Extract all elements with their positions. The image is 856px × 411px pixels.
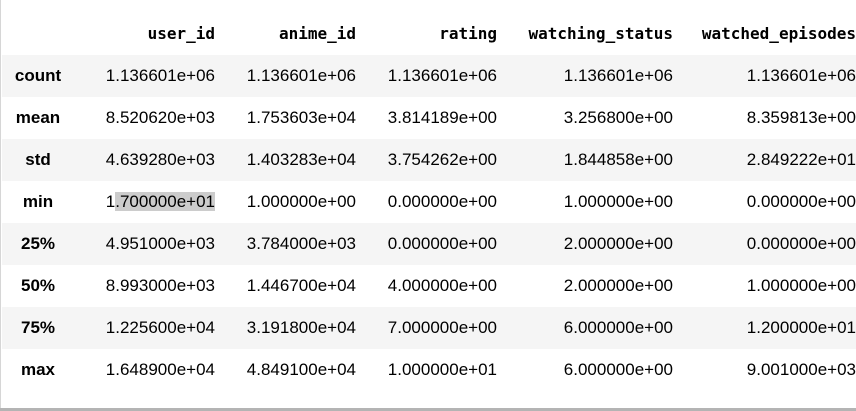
- column-header-anime-id: anime_id: [278, 24, 356, 43]
- table-row-mean: mean 8.520620e+03 1.753603e+04 3.814189e…: [2, 97, 856, 139]
- table-cell-selected-text[interactable]: 1.700000e+01: [74, 181, 215, 223]
- table-cell: 1.136601e+06: [387, 66, 497, 85]
- table-cell: 4.849100e+04: [246, 360, 356, 379]
- table-cell: 9.001000e+03: [746, 360, 856, 379]
- table-row-50pct: 50% 8.993000e+03 1.446700e+04 4.000000e+…: [2, 265, 856, 307]
- row-label: 25%: [20, 234, 56, 253]
- table-row-min: min 1.700000e+01 1.000000e+00 0.000000e+…: [2, 181, 856, 223]
- table-cell: 0.000000e+00: [387, 234, 497, 253]
- table-cell: 2.849222e+01: [746, 150, 856, 169]
- column-header-watching-status: watching_status: [528, 24, 674, 43]
- row-label: min: [22, 192, 54, 211]
- row-label: std: [25, 150, 51, 169]
- table-cell: 1.000000e+00: [246, 192, 356, 211]
- table-cell: 6.000000e+00: [563, 318, 673, 337]
- table-cell: 1.446700e+04: [246, 276, 356, 295]
- table-cell: 3.256800e+00: [563, 108, 673, 127]
- table-cell: 3.814189e+00: [387, 108, 497, 127]
- table-cell: 4.951000e+03: [105, 234, 215, 253]
- row-label: mean: [15, 108, 61, 127]
- table-row-std: std 4.639280e+03 1.403283e+04 3.754262e+…: [2, 139, 856, 181]
- table-cell: 3.754262e+00: [387, 150, 497, 169]
- cell-text-prefix: 1: [105, 192, 116, 211]
- table-row-count: count 1.136601e+06 1.136601e+06 1.136601…: [2, 55, 856, 97]
- table-cell: 0.000000e+00: [746, 234, 856, 253]
- dataframe-output: user_id anime_id rating watching_status …: [0, 0, 856, 408]
- table-row-max: max 1.648900e+04 4.849100e+04 1.000000e+…: [2, 349, 856, 391]
- table-row-75pct: 75% 1.225600e+04 3.191800e+04 7.000000e+…: [2, 307, 856, 349]
- table-cell: 0.000000e+00: [387, 192, 497, 211]
- header-row: user_id anime_id rating watching_status …: [2, 12, 856, 55]
- index-header: [2, 12, 74, 55]
- table-cell: 3.191800e+04: [246, 318, 356, 337]
- table-cell: 1.844858e+00: [563, 150, 673, 169]
- table-row-25pct: 25% 4.951000e+03 3.784000e+03 0.000000e+…: [2, 223, 856, 265]
- table-cell: 1.648900e+04: [105, 360, 215, 379]
- table-cell: 1.136601e+06: [746, 66, 856, 85]
- table-cell: 4.000000e+00: [387, 276, 497, 295]
- table-cell: 4.639280e+03: [105, 150, 215, 169]
- table-cell: 6.000000e+00: [563, 360, 673, 379]
- table-cell: 1.000000e+01: [387, 360, 497, 379]
- table-cell: 1.200000e+01: [746, 318, 856, 337]
- column-header-user-id: user_id: [147, 24, 215, 43]
- table-cell: 0.000000e+00: [746, 192, 856, 211]
- row-label: max: [20, 360, 56, 379]
- table-cell: 8.993000e+03: [105, 276, 215, 295]
- row-label: count: [14, 66, 62, 85]
- column-header-watched-episodes: watched_episodes: [701, 24, 856, 43]
- describe-table: user_id anime_id rating watching_status …: [2, 12, 856, 391]
- table-cell: 1.403283e+04: [246, 150, 356, 169]
- table-cell: 1.000000e+00: [746, 276, 856, 295]
- table-cell: 2.000000e+00: [563, 276, 673, 295]
- table-cell: 8.359813e+00: [746, 108, 856, 127]
- text-selection-highlight[interactable]: .700000e+01: [115, 192, 215, 211]
- table-cell: 3.784000e+03: [246, 234, 356, 253]
- table-cell: 8.520620e+03: [105, 108, 215, 127]
- table-cell: 1.225600e+04: [105, 318, 215, 337]
- table-cell: 1.000000e+00: [563, 192, 673, 211]
- table-cell: 1.136601e+06: [105, 66, 215, 85]
- table-cell: 7.000000e+00: [387, 318, 497, 337]
- row-label: 75%: [20, 318, 56, 337]
- table-cell: 1.136601e+06: [246, 66, 356, 85]
- column-header-rating: rating: [439, 24, 497, 43]
- table-cell: 1.136601e+06: [563, 66, 673, 85]
- row-label: 50%: [20, 276, 56, 295]
- table-cell: 2.000000e+00: [563, 234, 673, 253]
- table-cell: 1.753603e+04: [246, 108, 356, 127]
